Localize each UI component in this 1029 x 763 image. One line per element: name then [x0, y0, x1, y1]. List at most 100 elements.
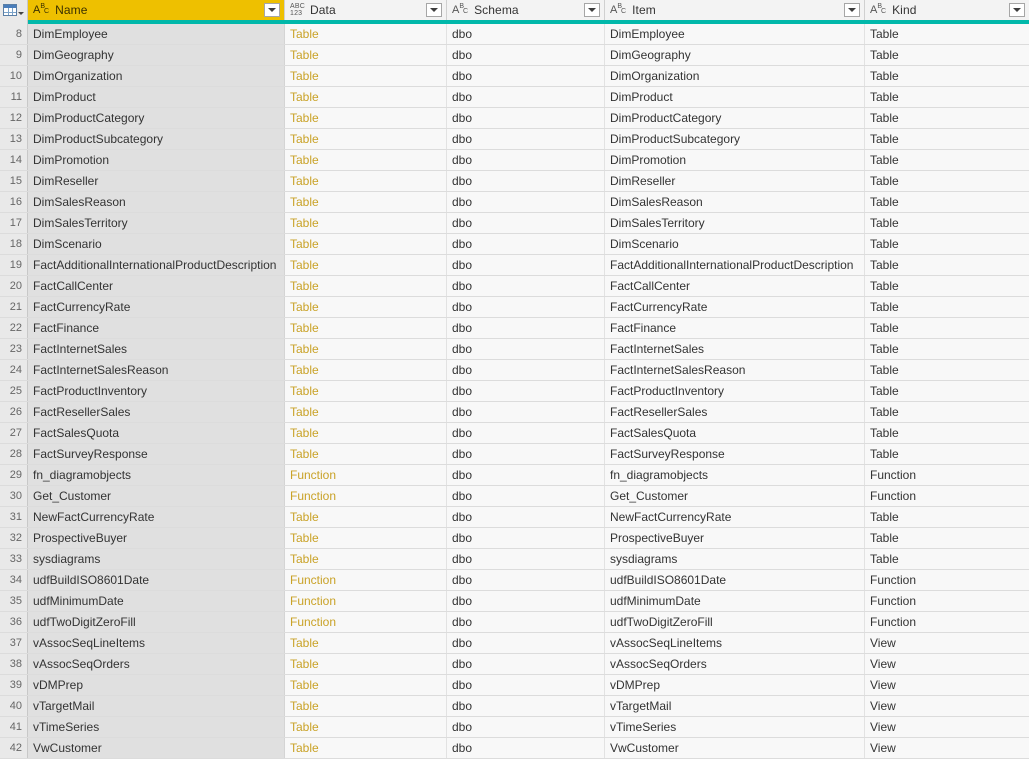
table-row[interactable]: 28 FactSurveyResponse Table dbo FactSurveyRe…: [0, 444, 1029, 465]
data-drill-link[interactable]: Table: [290, 321, 319, 335]
column-header-kind[interactable]: ABC Kind: [865, 0, 1029, 20]
data-drill-link[interactable]: Table: [290, 174, 319, 188]
cell-data[interactable]: Table: [285, 234, 447, 254]
table-row[interactable]: 13 DimProductSubcategory Table dbo DimProduc…: [0, 129, 1029, 150]
cell-data[interactable]: Table: [285, 507, 447, 527]
data-drill-link[interactable]: Table: [290, 258, 319, 272]
table-row[interactable]: 32 ProspectiveBuyer Table dbo ProspectiveBuy…: [0, 528, 1029, 549]
data-drill-link[interactable]: Table: [290, 657, 319, 671]
table-row[interactable]: 12 DimProductCategory Table dbo DimProductCa…: [0, 108, 1029, 129]
cell-data[interactable]: Table: [285, 402, 447, 422]
table-row[interactable]: 34 udfBuildISO8601Date Function dbo udfBuild…: [0, 570, 1029, 591]
data-drill-link[interactable]: Table: [290, 153, 319, 167]
chevron-down-icon[interactable]: [18, 11, 24, 15]
cell-data[interactable]: Table: [285, 66, 447, 86]
cell-data[interactable]: Function: [285, 591, 447, 611]
column-header-schema[interactable]: ABC Schema: [447, 0, 605, 20]
data-drill-link[interactable]: Table: [290, 384, 319, 398]
cell-data[interactable]: Table: [285, 444, 447, 464]
table-row[interactable]: 30 Get_Customer Function dbo Get_Customer Fun…: [0, 486, 1029, 507]
cell-data[interactable]: Table: [285, 339, 447, 359]
table-row[interactable]: 31 NewFactCurrencyRate Table dbo NewFactCurr…: [0, 507, 1029, 528]
table-row[interactable]: 41 vTimeSeries Table dbo vTimeSeries View: [0, 717, 1029, 738]
cell-data[interactable]: Table: [285, 45, 447, 65]
data-drill-link[interactable]: Table: [290, 195, 319, 209]
data-drill-link[interactable]: Table: [290, 300, 319, 314]
cell-data[interactable]: Table: [285, 318, 447, 338]
cell-data[interactable]: Table: [285, 381, 447, 401]
data-drill-link[interactable]: Function: [290, 468, 336, 482]
column-header-name[interactable]: ABC Name: [28, 0, 285, 20]
cell-data[interactable]: Table: [285, 24, 447, 44]
data-drill-link[interactable]: Table: [290, 132, 319, 146]
data-drill-link[interactable]: Table: [290, 111, 319, 125]
data-drill-link[interactable]: Table: [290, 363, 319, 377]
data-drill-link[interactable]: Table: [290, 27, 319, 41]
data-drill-link[interactable]: Table: [290, 216, 319, 230]
cell-data[interactable]: Table: [285, 213, 447, 233]
data-drill-link[interactable]: Table: [290, 90, 319, 104]
data-drill-link[interactable]: Table: [290, 279, 319, 293]
cell-data[interactable]: Function: [285, 465, 447, 485]
table-row[interactable]: 40 vTargetMail Table dbo vTargetMail View: [0, 696, 1029, 717]
table-row[interactable]: 19 FactAdditionalInternationalProductDesc…: [0, 255, 1029, 276]
cell-data[interactable]: Table: [285, 276, 447, 296]
data-drill-link[interactable]: Table: [290, 741, 319, 755]
cell-data[interactable]: Function: [285, 570, 447, 590]
table-row[interactable]: 42 VwCustomer Table dbo VwCustomer View: [0, 738, 1029, 759]
table-row[interactable]: 36 udfTwoDigitZeroFill Function dbo udfTwoDi…: [0, 612, 1029, 633]
data-drill-link[interactable]: Table: [290, 405, 319, 419]
table-row[interactable]: 15 DimReseller Table dbo DimReseller Table: [0, 171, 1029, 192]
data-drill-link[interactable]: Table: [290, 342, 319, 356]
filter-button-kind[interactable]: [1009, 3, 1025, 17]
cell-data[interactable]: Table: [285, 528, 447, 548]
data-drill-link[interactable]: Table: [290, 237, 319, 251]
table-row[interactable]: 18 DimScenario Table dbo DimScenario Table: [0, 234, 1029, 255]
cell-data[interactable]: Table: [285, 87, 447, 107]
cell-data[interactable]: Table: [285, 150, 447, 170]
table-row[interactable]: 23 FactInternetSales Table dbo FactInternetS…: [0, 339, 1029, 360]
table-row[interactable]: 16 DimSalesReason Table dbo DimSalesReason Ta…: [0, 192, 1029, 213]
cell-data[interactable]: Table: [285, 549, 447, 569]
data-drill-link[interactable]: Table: [290, 510, 319, 524]
table-row[interactable]: 17 DimSalesTerritory Table dbo DimSalesTerri…: [0, 213, 1029, 234]
table-row[interactable]: 14 DimPromotion Table dbo DimPromotion Table: [0, 150, 1029, 171]
data-drill-link[interactable]: Table: [290, 720, 319, 734]
cell-data[interactable]: Table: [285, 675, 447, 695]
data-drill-link[interactable]: Table: [290, 552, 319, 566]
column-header-item[interactable]: ABC Item: [605, 0, 865, 20]
cell-data[interactable]: Table: [285, 423, 447, 443]
data-drill-link[interactable]: Function: [290, 615, 336, 629]
table-row[interactable]: 8 DimEmployee Table dbo DimEmployee Table: [0, 24, 1029, 45]
data-drill-link[interactable]: Table: [290, 69, 319, 83]
filter-button-data[interactable]: [426, 3, 442, 17]
data-drill-link[interactable]: Table: [290, 699, 319, 713]
cell-data[interactable]: Table: [285, 654, 447, 674]
table-row[interactable]: 20 FactCallCenter Table dbo FactCallCenter Ta…: [0, 276, 1029, 297]
cell-data[interactable]: Function: [285, 486, 447, 506]
data-drill-link[interactable]: Table: [290, 531, 319, 545]
data-drill-link[interactable]: Table: [290, 678, 319, 692]
table-row[interactable]: 21 FactCurrencyRate Table dbo FactCurrencyRa…: [0, 297, 1029, 318]
table-row[interactable]: 11 DimProduct Table dbo DimProduct Table: [0, 87, 1029, 108]
table-row[interactable]: 39 vDMPrep Table dbo vDMPrep View: [0, 675, 1029, 696]
data-drill-link[interactable]: Table: [290, 447, 319, 461]
data-drill-link[interactable]: Function: [290, 489, 336, 503]
data-drill-link[interactable]: Table: [290, 48, 319, 62]
cell-data[interactable]: Table: [285, 297, 447, 317]
cell-data[interactable]: Table: [285, 255, 447, 275]
table-row[interactable]: 25 FactProductInventory Table dbo FactProduc…: [0, 381, 1029, 402]
table-row[interactable]: 38 vAssocSeqOrders Table dbo vAssocSeqOrders…: [0, 654, 1029, 675]
cell-data[interactable]: Table: [285, 171, 447, 191]
filter-button-schema[interactable]: [584, 3, 600, 17]
column-header-data[interactable]: ABC 123 Data: [285, 0, 447, 20]
data-drill-link[interactable]: Table: [290, 636, 319, 650]
data-drill-link[interactable]: Table: [290, 426, 319, 440]
cell-data[interactable]: Table: [285, 738, 447, 758]
table-row[interactable]: 22 FactFinance Table dbo FactFinance Table: [0, 318, 1029, 339]
cell-data[interactable]: Table: [285, 717, 447, 737]
table-row[interactable]: 35 udfMinimumDate Function dbo udfMinimumDat…: [0, 591, 1029, 612]
table-row[interactable]: 24 FactInternetSalesReason Table dbo FactInt…: [0, 360, 1029, 381]
table-row[interactable]: 29 fn_diagramobjects Function dbo fn_diagram…: [0, 465, 1029, 486]
table-row[interactable]: 27 FactSalesQuota Table dbo FactSalesQuota Ta…: [0, 423, 1029, 444]
